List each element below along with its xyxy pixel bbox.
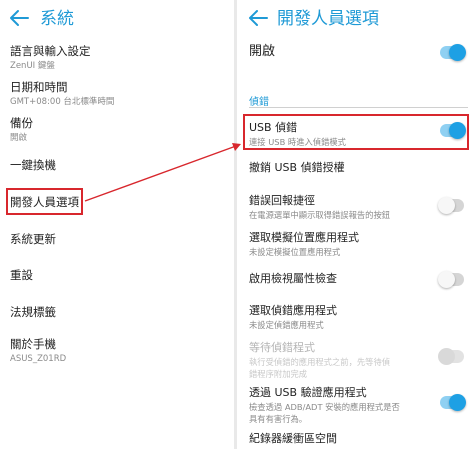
- item-title: 選取偵錯應用程式: [249, 304, 337, 317]
- item-title: 重設: [10, 268, 33, 282]
- system-settings-pane: 系統 語言與輸入設定 ZenUI 鍵盤 日期和時間 GMT+08:00 台北標準…: [0, 0, 234, 449]
- settings-item-regulatory-labels[interactable]: 法規標籤: [10, 304, 228, 320]
- settings-item-reset[interactable]: 重設: [10, 267, 228, 283]
- wait-for-debugger-toggle: [438, 348, 464, 365]
- view-attribute-inspection-item[interactable]: 啟用檢視屬性檢查: [249, 271, 466, 286]
- item-title: 法規標籤: [10, 305, 56, 319]
- item-title: 等待偵錯程式: [249, 341, 315, 354]
- page-title: 開發人員選項: [277, 9, 379, 29]
- item-subtitle: 開啟: [10, 133, 28, 143]
- settings-item-phone-clone[interactable]: 一鍵換機: [10, 157, 228, 173]
- back-arrow-icon[interactable]: [247, 8, 269, 28]
- settings-item-about-phone[interactable]: 關於手機 ASUS_Z01RD: [10, 336, 228, 365]
- item-subtitle: GMT+08:00 台北標準時間: [10, 97, 115, 107]
- item-title: 啟用檢視屬性檢查: [249, 272, 337, 285]
- page-title: 系統: [40, 9, 74, 29]
- item-subtitle: ZenUI 鍵盤: [10, 61, 55, 71]
- settings-item-language[interactable]: 語言與輸入設定 ZenUI 鍵盤: [10, 43, 228, 72]
- item-subtitle: 執行受偵錯的應用程式之前，先等待偵錯程序附加完成: [249, 357, 391, 379]
- bug-report-shortcut-item[interactable]: 錯誤回報捷徑 在電源選單中顯示取得錯誤報告的按鈕: [249, 193, 466, 221]
- item-title: 關於手機: [10, 337, 56, 351]
- item-title: 紀錄器緩衝區空間: [249, 432, 337, 445]
- item-subtitle: 未設定模擬位置應用程式: [249, 247, 341, 257]
- item-title: 一鍵換機: [10, 158, 56, 172]
- section-divider: [249, 107, 468, 108]
- settings-item-date-time[interactable]: 日期和時間 GMT+08:00 台北標準時間: [10, 79, 228, 108]
- item-subtitle: 未設定偵錯應用程式: [249, 320, 324, 330]
- mock-location-app-item[interactable]: 選取模擬位置應用程式 未設定模擬位置應用程式: [249, 230, 466, 258]
- item-title: 系統更新: [10, 232, 56, 246]
- verify-apps-over-usb-toggle[interactable]: [440, 394, 466, 411]
- item-title: 日期和時間: [10, 80, 68, 94]
- item-subtitle: ASUS_Z01RD: [10, 354, 67, 364]
- verify-apps-over-usb-item[interactable]: 透過 USB 驗證應用程式 檢查透過 ADB/ADT 安裝的應用程式是否具有有害…: [249, 385, 466, 425]
- item-title: 語言與輸入設定: [10, 44, 91, 58]
- item-title: 選取模擬位置應用程式: [249, 231, 359, 244]
- item-title: 錯誤回報捷徑: [249, 194, 315, 207]
- settings-item-system-update[interactable]: 系統更新: [10, 231, 228, 247]
- item-title: 備份: [10, 116, 33, 130]
- developer-options-header: 開發人員選項: [237, 0, 474, 38]
- bug-report-shortcut-toggle[interactable]: [438, 197, 464, 214]
- debug-app-item[interactable]: 選取偵錯應用程式 未設定偵錯應用程式: [249, 303, 466, 331]
- usb-debugging-highlight-box: [243, 114, 469, 150]
- item-subtitle: 在電源選單中顯示取得錯誤報告的按鈕: [249, 210, 391, 220]
- system-header: 系統: [0, 0, 234, 38]
- revoke-usb-debugging-item[interactable]: 撤銷 USB 偵錯授權: [249, 160, 466, 175]
- item-title: 透過 USB 驗證應用程式: [249, 386, 367, 399]
- logger-buffer-size-item[interactable]: 紀錄器緩衝區空間: [249, 431, 466, 446]
- master-toggle[interactable]: [440, 44, 466, 61]
- master-switch-label: 開啟: [249, 44, 276, 59]
- settings-item-backup[interactable]: 備份 開啟: [10, 115, 228, 144]
- item-subtitle: 檢查透過 ADB/ADT 安裝的應用程式是否具有有害行為。: [249, 402, 400, 424]
- wait-for-debugger-item: 等待偵錯程式 執行受偵錯的應用程式之前，先等待偵錯程序附加完成: [249, 340, 466, 380]
- item-title: 撤銷 USB 偵錯授權: [249, 161, 345, 174]
- developer-options-pane: 開發人員選項 開啟 偵錯 USB 偵錯 連接 USB 時進入偵錯模式 撤銷 US…: [237, 0, 474, 449]
- view-attribute-inspection-toggle[interactable]: [438, 271, 464, 288]
- developer-options-master-switch[interactable]: 開啟: [249, 43, 466, 61]
- back-arrow-icon[interactable]: [8, 8, 30, 28]
- section-debugging-header: 偵錯: [249, 97, 269, 108]
- developer-options-highlight-box: [6, 188, 83, 215]
